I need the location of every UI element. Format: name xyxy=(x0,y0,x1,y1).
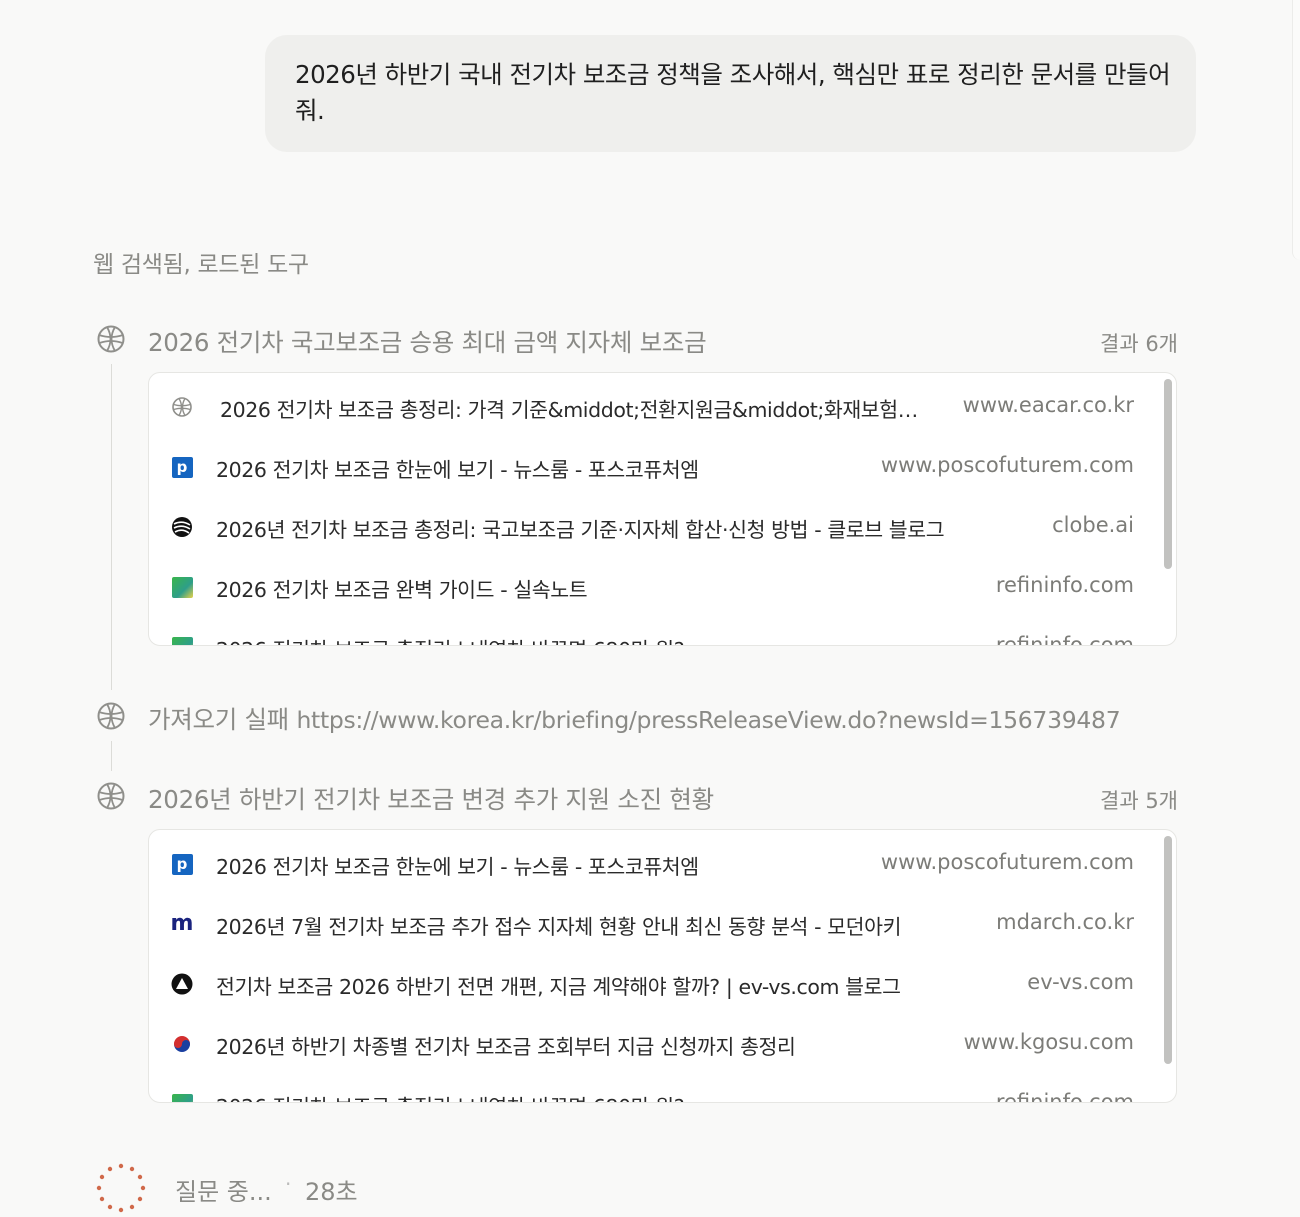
user-message-text: 2026년 하반기 국내 전기차 보조금 정책을 조사해서, 핵심만 표로 정리… xyxy=(295,60,1171,125)
timeline-connector xyxy=(111,741,112,771)
search-result-item[interactable]: 2026년 전기차 보조금 총정리: 국고보조금 기준·지자체 합산·신청 방법… xyxy=(149,497,1149,557)
posco-favicon: p xyxy=(171,456,193,478)
refininfo-favicon xyxy=(171,1093,193,1102)
mdarch-favicon: m xyxy=(170,911,194,936)
refininfo-favicon xyxy=(171,576,193,598)
result-title: 2026 전기차 보조금 한눈에 보기 - 뉴스룸 - 포스코퓨처엠 xyxy=(216,855,699,879)
fetch-failed-label: 가져오기 실패 xyxy=(148,705,289,734)
result-title: 2026 전기차 보조금 총정리 | 내연차 바꾸면 680만 원? xyxy=(216,633,936,645)
search-results-list[interactable]: 2026 전기차 보조금 총정리: 가격 기준&middot;전환지원금&mid… xyxy=(148,372,1177,646)
elapsed-time: 28초 xyxy=(305,1178,358,1206)
scrollbar-thumb[interactable] xyxy=(1164,836,1172,1064)
scrollbar-thumb[interactable] xyxy=(1164,379,1172,569)
kgosu-favicon xyxy=(171,1033,193,1055)
globe-icon xyxy=(97,702,125,730)
posco-favicon: p xyxy=(171,853,193,875)
web-search-step[interactable]: 2026 전기차 국고보조금 승용 최대 금액 지자체 보조금 결과 6개 xyxy=(96,320,1178,360)
timeline-connector xyxy=(111,364,112,690)
search-result-item[interactable]: p 2026 전기차 보조금 한눈에 보기 - 뉴스룸 - 포스코퓨처엠 www… xyxy=(149,437,1149,497)
refininfo-favicon xyxy=(171,636,193,645)
evvs-favicon xyxy=(171,973,193,995)
search-result-item[interactable]: 2026 전기차 보조금 총정리 | 내연차 바꾸면 680만 원? refin… xyxy=(149,617,1149,646)
thinking-indicator: 질문 중... · 28초 xyxy=(95,1162,495,1213)
spinner-icon xyxy=(96,1163,146,1213)
search-result-item[interactable]: 2026년 하반기 차종별 전기차 보조금 조회부터 지급 신청까지 총정리 w… xyxy=(149,1014,1149,1074)
result-domain: www.poscofuturem.com xyxy=(880,453,1134,477)
user-message-bubble: 2026년 하반기 국내 전기차 보조금 정책을 조사해서, 핵심만 표로 정리… xyxy=(265,35,1196,152)
result-title: 2026년 7월 전기차 보조금 추가 접수 지자체 현황 안내 최신 동향 분… xyxy=(216,915,902,939)
result-title: 2026년 전기차 보조금 총정리: 국고보조금 기준·지자체 합산·신청 방법… xyxy=(216,518,945,542)
globe-icon xyxy=(97,325,125,353)
clobe-favicon xyxy=(171,516,193,538)
side-panel-edge xyxy=(1292,0,1300,260)
result-domain: refininfo.com xyxy=(995,573,1134,597)
result-title: 2026 전기차 보조금 총정리: 가격 기준&middot;전환지원금&mid… xyxy=(220,398,918,422)
fetch-url[interactable]: https://www.korea.kr/briefing/pressRelea… xyxy=(296,706,1120,734)
result-domain: refininfo.com xyxy=(995,633,1134,646)
thinking-label: 질문 중... xyxy=(175,1178,272,1206)
search-query: 2026 전기차 국고보조금 승용 최대 금액 지자체 보조금 xyxy=(148,328,707,357)
result-domain: www.eacar.co.kr xyxy=(962,393,1134,417)
globe-icon xyxy=(171,396,193,418)
search-result-item[interactable]: 2026 전기차 보조금 완벽 가이드 - 실속노트 refininfo.com xyxy=(149,557,1149,617)
search-result-item[interactable]: 전기차 보조금 2026 하반기 전면 개편, 지금 계약해야 할까? | ev… xyxy=(149,954,1149,1014)
result-title: 2026년 하반기 차종별 전기차 보조금 조회부터 지급 신청까지 총정리 xyxy=(216,1035,796,1059)
web-search-step[interactable]: 2026년 하반기 전기차 보조금 변경 추가 지원 소진 현황 결과 5개 xyxy=(96,777,1178,817)
search-result-item[interactable]: p 2026 전기차 보조금 한눈에 보기 - 뉴스룸 - 포스코퓨처엠 www… xyxy=(149,834,1149,894)
globe-icon xyxy=(97,782,125,810)
result-domain: ev-vs.com xyxy=(1027,970,1134,994)
result-count: 결과 5개 xyxy=(1100,789,1178,813)
result-title: 2026 전기차 보조금 한눈에 보기 - 뉴스룸 - 포스코퓨처엠 xyxy=(216,458,699,482)
separator-dot: · xyxy=(285,1172,292,1196)
chat-page: 2026년 하반기 국내 전기차 보조금 정책을 조사해서, 핵심만 표로 정리… xyxy=(0,0,1300,1217)
result-domain: mdarch.co.kr xyxy=(996,910,1134,934)
result-title: 2026 전기차 보조금 완벽 가이드 - 실속노트 xyxy=(216,578,588,602)
search-result-item[interactable]: 2026 전기차 보조금 총정리 | 내연차 바꾸면 680만 원? refin… xyxy=(149,1074,1149,1103)
search-result-item[interactable]: 2026 전기차 보조금 총정리: 가격 기준&middot;전환지원금&mid… xyxy=(149,377,1149,437)
result-title: 전기차 보조금 2026 하반기 전면 개편, 지금 계약해야 할까? | ev… xyxy=(216,975,901,999)
result-domain: clobe.ai xyxy=(1052,513,1134,537)
result-domain: www.kgosu.com xyxy=(963,1030,1134,1054)
result-domain: www.poscofuturem.com xyxy=(880,850,1134,874)
search-query: 2026년 하반기 전기차 보조금 변경 추가 지원 소진 현황 xyxy=(148,785,714,814)
result-count: 결과 6개 xyxy=(1100,332,1178,356)
web-fetch-step[interactable]: 가져오기 실패 https://www.korea.kr/briefing/pr… xyxy=(96,697,1178,737)
search-result-item[interactable]: m 2026년 7월 전기차 보조금 추가 접수 지자체 현황 안내 최신 동향… xyxy=(149,894,1149,954)
result-domain: refininfo.com xyxy=(995,1090,1134,1103)
search-results-list[interactable]: p 2026 전기차 보조금 한눈에 보기 - 뉴스룸 - 포스코퓨처엠 www… xyxy=(148,829,1177,1103)
tool-usage-summary[interactable]: 웹 검색됨, 로드된 도구 xyxy=(93,245,309,279)
fetch-status: 가져오기 실패 https://www.korea.kr/briefing/pr… xyxy=(148,701,1121,736)
result-title: 2026 전기차 보조금 총정리 | 내연차 바꾸면 680만 원? xyxy=(216,1090,936,1102)
